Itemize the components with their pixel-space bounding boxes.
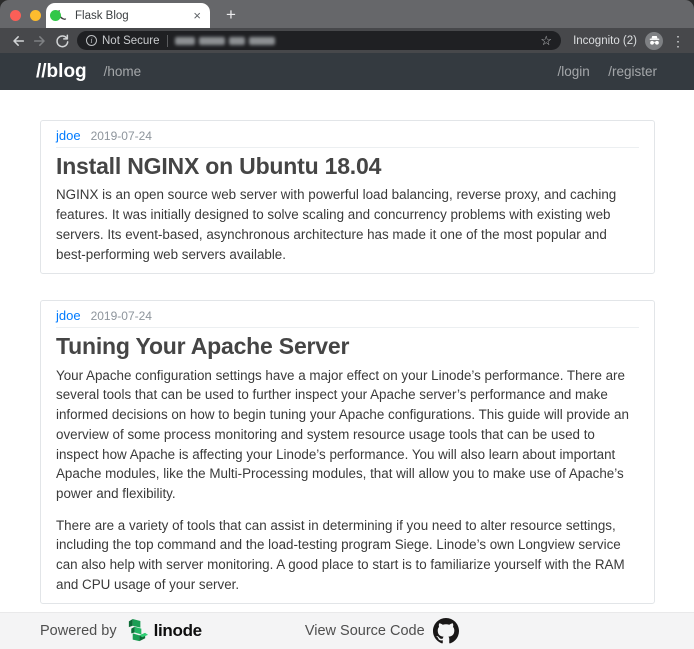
site-navbar: //blog /home /login /register — [0, 53, 694, 90]
not-secure-label: Not Secure — [102, 35, 160, 47]
chrome-menu-icon[interactable]: ⋮ — [671, 34, 685, 48]
post-date: 2019-07-24 — [91, 309, 152, 323]
linode-link[interactable]: linode — [126, 618, 202, 644]
bookmark-star-icon[interactable]: ☆ — [540, 34, 552, 47]
tab-close-icon[interactable]: × — [193, 9, 201, 22]
post-card: jdoe 2019-07-24 Install NGINX on Ubuntu … — [40, 120, 655, 274]
redacted-url — [175, 37, 275, 45]
incognito-count-label: Incognito (2) — [573, 35, 637, 47]
page-footer: Powered by linode View Source Co — [0, 612, 694, 649]
close-window-button[interactable] — [10, 10, 21, 21]
post-excerpt: Your Apache configuration settings have … — [56, 366, 639, 504]
navbar-brand[interactable]: //blog — [36, 61, 87, 83]
zoom-window-button[interactable] — [50, 10, 61, 21]
post-list: jdoe 2019-07-24 Install NGINX on Ubuntu … — [0, 90, 694, 649]
powered-by-label: Powered by — [40, 623, 117, 639]
post-card: jdoe 2019-07-24 Tuning Your Apache Serve… — [40, 300, 655, 604]
github-icon — [433, 618, 459, 644]
nav-link-login[interactable]: /login — [557, 64, 589, 79]
linode-wordmark: linode — [154, 621, 202, 641]
post-title-link[interactable]: Tuning Your Apache Server — [56, 333, 639, 359]
browser-window: Flask Blog × + i Not Secure ☆ Incognito … — [0, 0, 694, 649]
post-title-link[interactable]: Install NGINX on Ubuntu 18.04 — [56, 153, 639, 179]
address-bar[interactable]: i Not Secure ☆ — [77, 31, 561, 50]
site-info-button[interactable]: i Not Secure — [86, 35, 160, 47]
tab-flask-blog[interactable]: Flask Blog × — [46, 3, 210, 28]
view-source-label: View Source Code — [305, 623, 425, 639]
new-tab-button[interactable]: + — [226, 6, 236, 23]
post-date: 2019-07-24 — [91, 129, 152, 143]
minimize-window-button[interactable] — [30, 10, 41, 21]
nav-link-register[interactable]: /register — [608, 64, 657, 79]
post-author-link[interactable]: jdoe — [56, 128, 81, 143]
post-meta: jdoe 2019-07-24 — [56, 308, 639, 328]
github-link[interactable] — [433, 618, 459, 644]
post-meta: jdoe 2019-07-24 — [56, 128, 639, 148]
tab-title: Flask Blog — [75, 10, 186, 22]
tab-strip: Flask Blog × + — [0, 0, 694, 28]
nav-link-home[interactable]: /home — [104, 64, 142, 79]
info-icon: i — [86, 35, 97, 46]
back-icon[interactable] — [7, 32, 29, 50]
window-controls — [10, 10, 61, 21]
incognito-icon — [645, 32, 663, 50]
linode-logo-icon — [126, 618, 149, 644]
post-excerpt: There are a variety of tools that can as… — [56, 516, 639, 595]
reload-icon[interactable] — [51, 32, 73, 50]
page: //blog /home /login /register jdoe 2019-… — [0, 53, 694, 649]
post-author-link[interactable]: jdoe — [56, 308, 81, 323]
post-excerpt: NGINX is an open source web server with … — [56, 185, 639, 264]
forward-icon[interactable] — [29, 32, 51, 50]
browser-toolbar: i Not Secure ☆ Incognito (2) ⋮ — [0, 28, 694, 53]
omnibox-divider — [167, 35, 168, 47]
